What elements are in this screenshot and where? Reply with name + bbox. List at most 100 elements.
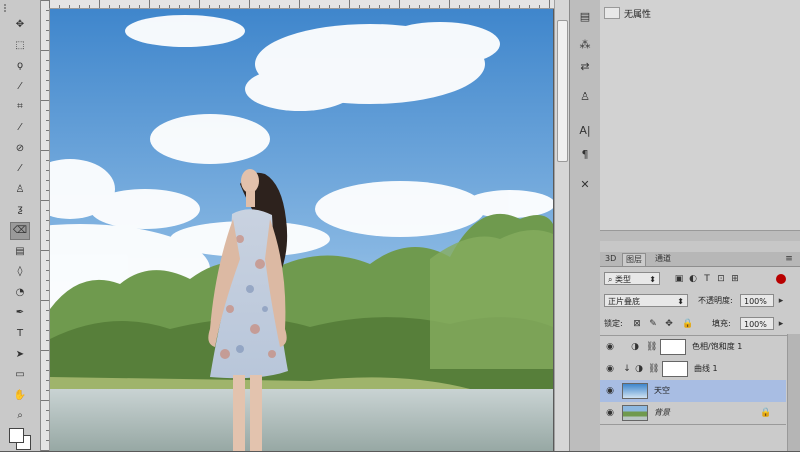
ruler-tick bbox=[519, 5, 520, 8]
layer-filter-select[interactable]: ⌕ 类型 ⬍ bbox=[604, 272, 660, 285]
visibility-eye-icon[interactable]: ◉ bbox=[604, 363, 616, 375]
layers-scrollbar[interactable] bbox=[787, 334, 800, 451]
canvas-vertical-scrollbar[interactable] bbox=[554, 0, 569, 451]
ruler-tick bbox=[46, 320, 49, 321]
ruler-tick bbox=[259, 5, 260, 8]
chain-link-icon[interactable]: ⛓ bbox=[646, 342, 657, 352]
history-panel-icon[interactable]: ▤ bbox=[576, 8, 594, 24]
fill-slider-toggle[interactable]: ▸ bbox=[776, 319, 786, 329]
lock-transparent-icon[interactable]: ⊠ bbox=[632, 319, 642, 329]
filter-shape-icon[interactable]: ⊡ bbox=[716, 274, 726, 284]
panel-grip[interactable] bbox=[4, 4, 12, 12]
lock-position-icon[interactable]: ✥ bbox=[664, 319, 674, 329]
lasso-tool-icon[interactable]: ϙ bbox=[10, 57, 30, 75]
filter-type-icon[interactable]: T bbox=[702, 274, 712, 284]
panel-divider[interactable] bbox=[600, 230, 800, 241]
adjustment-layer-icon: ◑ bbox=[631, 342, 639, 352]
ruler-tick bbox=[46, 340, 49, 341]
tool-presets-icon[interactable]: ✕ bbox=[576, 176, 594, 192]
ruler-tick bbox=[149, 0, 150, 8]
brush-tool-icon[interactable]: ⁄ bbox=[10, 160, 30, 178]
ruler-tick bbox=[79, 5, 80, 8]
filter-adjustment-icon[interactable]: ◐ bbox=[688, 274, 698, 284]
layer-mask-thumbnail[interactable] bbox=[662, 361, 688, 377]
eyedropper-tool-icon[interactable]: ⁄ bbox=[10, 119, 30, 137]
blend-mode-select[interactable]: 正片叠底 ⬍ bbox=[604, 294, 688, 307]
lock-pixels-icon[interactable]: ✎ bbox=[648, 319, 658, 329]
healing-brush-tool-icon[interactable]: ⊘ bbox=[10, 140, 30, 158]
ruler-tick bbox=[109, 5, 110, 8]
zoom-tool-icon[interactable]: ⌕ bbox=[10, 407, 30, 425]
eraser-tool-icon[interactable]: ⌫ bbox=[10, 222, 30, 240]
lock-all-icon[interactable]: 🔒 bbox=[682, 319, 693, 329]
visibility-eye-icon[interactable]: ◉ bbox=[604, 385, 616, 397]
filter-toggle-icon[interactable] bbox=[776, 274, 786, 284]
shape-tool-icon[interactable]: ▭ bbox=[10, 366, 30, 384]
paragraph-icon[interactable]: ¶ bbox=[576, 146, 594, 162]
layer-row-hue-saturation[interactable]: ◉ ◑ ⛓ 色相/饱和度 1 bbox=[600, 336, 786, 359]
adjustments-icon[interactable]: ⇄ bbox=[576, 58, 594, 74]
tab-channels[interactable]: 通道 bbox=[652, 253, 674, 265]
character-icon[interactable]: A| bbox=[576, 122, 594, 138]
clone-stamp-tool-icon[interactable]: ♙ bbox=[10, 181, 30, 199]
layer-row-background[interactable]: ◉ 背景 🔒 bbox=[600, 402, 786, 425]
panel-menu-icon[interactable]: ≡ bbox=[784, 254, 794, 264]
ruler-tick bbox=[46, 240, 49, 241]
layer-thumbnail[interactable] bbox=[622, 383, 648, 399]
layer-thumbnail[interactable] bbox=[622, 405, 648, 421]
scrollbar-thumb[interactable] bbox=[557, 20, 568, 162]
opacity-field[interactable]: 100% bbox=[740, 294, 774, 307]
layer-row-curves[interactable]: ◉ ↓ ◑ ⛓ 曲线 1 bbox=[600, 358, 786, 381]
filter-search-icon: ⌕ bbox=[608, 275, 616, 284]
type-tool-icon[interactable]: T bbox=[10, 325, 30, 343]
filter-smart-object-icon[interactable]: ⊞ bbox=[730, 274, 740, 284]
layers-panel-tabs: 3D 图层 通道 ≡ bbox=[600, 252, 800, 267]
history-state-item[interactable]: 无属性 bbox=[604, 6, 792, 20]
history-brush-tool-icon[interactable]: ƺ bbox=[10, 201, 30, 219]
ruler-tick bbox=[46, 130, 49, 131]
visibility-eye-icon[interactable]: ◉ bbox=[604, 407, 616, 419]
ruler-tick bbox=[46, 420, 49, 421]
ruler-tick bbox=[49, 0, 50, 8]
opacity-label: 不透明度: bbox=[698, 296, 733, 305]
ruler-tick bbox=[239, 5, 240, 8]
crop-tool-icon[interactable]: ⌗ bbox=[10, 98, 30, 116]
gradient-tool-icon[interactable]: ▤ bbox=[10, 243, 30, 261]
ruler-tick bbox=[59, 5, 60, 8]
clone-source-icon[interactable]: ♙ bbox=[576, 88, 594, 104]
layer-name: 背景 bbox=[654, 408, 670, 417]
layer-mask-thumbnail[interactable] bbox=[660, 339, 686, 355]
ruler-tick bbox=[46, 170, 49, 171]
foreground-color-swatch[interactable] bbox=[9, 428, 24, 443]
path-select-tool-icon[interactable]: ➤ bbox=[10, 346, 30, 364]
opacity-slider-toggle[interactable]: ▸ bbox=[776, 296, 786, 306]
ruler-tick bbox=[89, 5, 90, 8]
quick-select-tool-icon[interactable]: ⁄ bbox=[10, 78, 30, 96]
tab-3d[interactable]: 3D bbox=[602, 253, 619, 265]
ruler-tick bbox=[46, 10, 49, 11]
blend-mode-value: 正片叠底 bbox=[608, 297, 640, 306]
dodge-tool-icon[interactable]: ◔ bbox=[10, 284, 30, 302]
layer-row-sky[interactable]: ◉ 天空 bbox=[600, 380, 786, 403]
visibility-eye-icon[interactable]: ◉ bbox=[604, 341, 616, 353]
chevron-down-icon: ⬍ bbox=[649, 275, 656, 284]
chain-link-icon[interactable]: ⛓ bbox=[648, 364, 659, 374]
pen-tool-icon[interactable]: ✒ bbox=[10, 304, 30, 322]
blur-tool-icon[interactable]: ◊ bbox=[10, 263, 30, 281]
filter-pixel-icon[interactable]: ▣ bbox=[674, 274, 684, 284]
ruler-tick bbox=[339, 5, 340, 8]
hand-tool-icon[interactable]: ✋ bbox=[10, 387, 30, 405]
move-tool-icon[interactable]: ✥ bbox=[10, 16, 30, 34]
marquee-tool-icon[interactable]: ⬚ bbox=[10, 37, 30, 55]
tab-layers[interactable]: 图层 bbox=[622, 253, 646, 266]
clipping-arrow-icon: ↓ bbox=[623, 364, 631, 374]
ruler-tick bbox=[46, 280, 49, 281]
document-canvas[interactable] bbox=[50, 9, 553, 451]
ruler-tick bbox=[289, 5, 290, 8]
ruler-tick bbox=[269, 5, 270, 8]
panel-icon-strip: ▤ ⁂ ⇄ ♙ A| ¶ ✕ bbox=[569, 0, 601, 451]
brush-preset-icon[interactable]: ⁂ bbox=[576, 36, 594, 52]
ruler-tick bbox=[46, 410, 49, 411]
vertical-ruler bbox=[41, 0, 50, 451]
fill-field[interactable]: 100% bbox=[740, 317, 774, 330]
